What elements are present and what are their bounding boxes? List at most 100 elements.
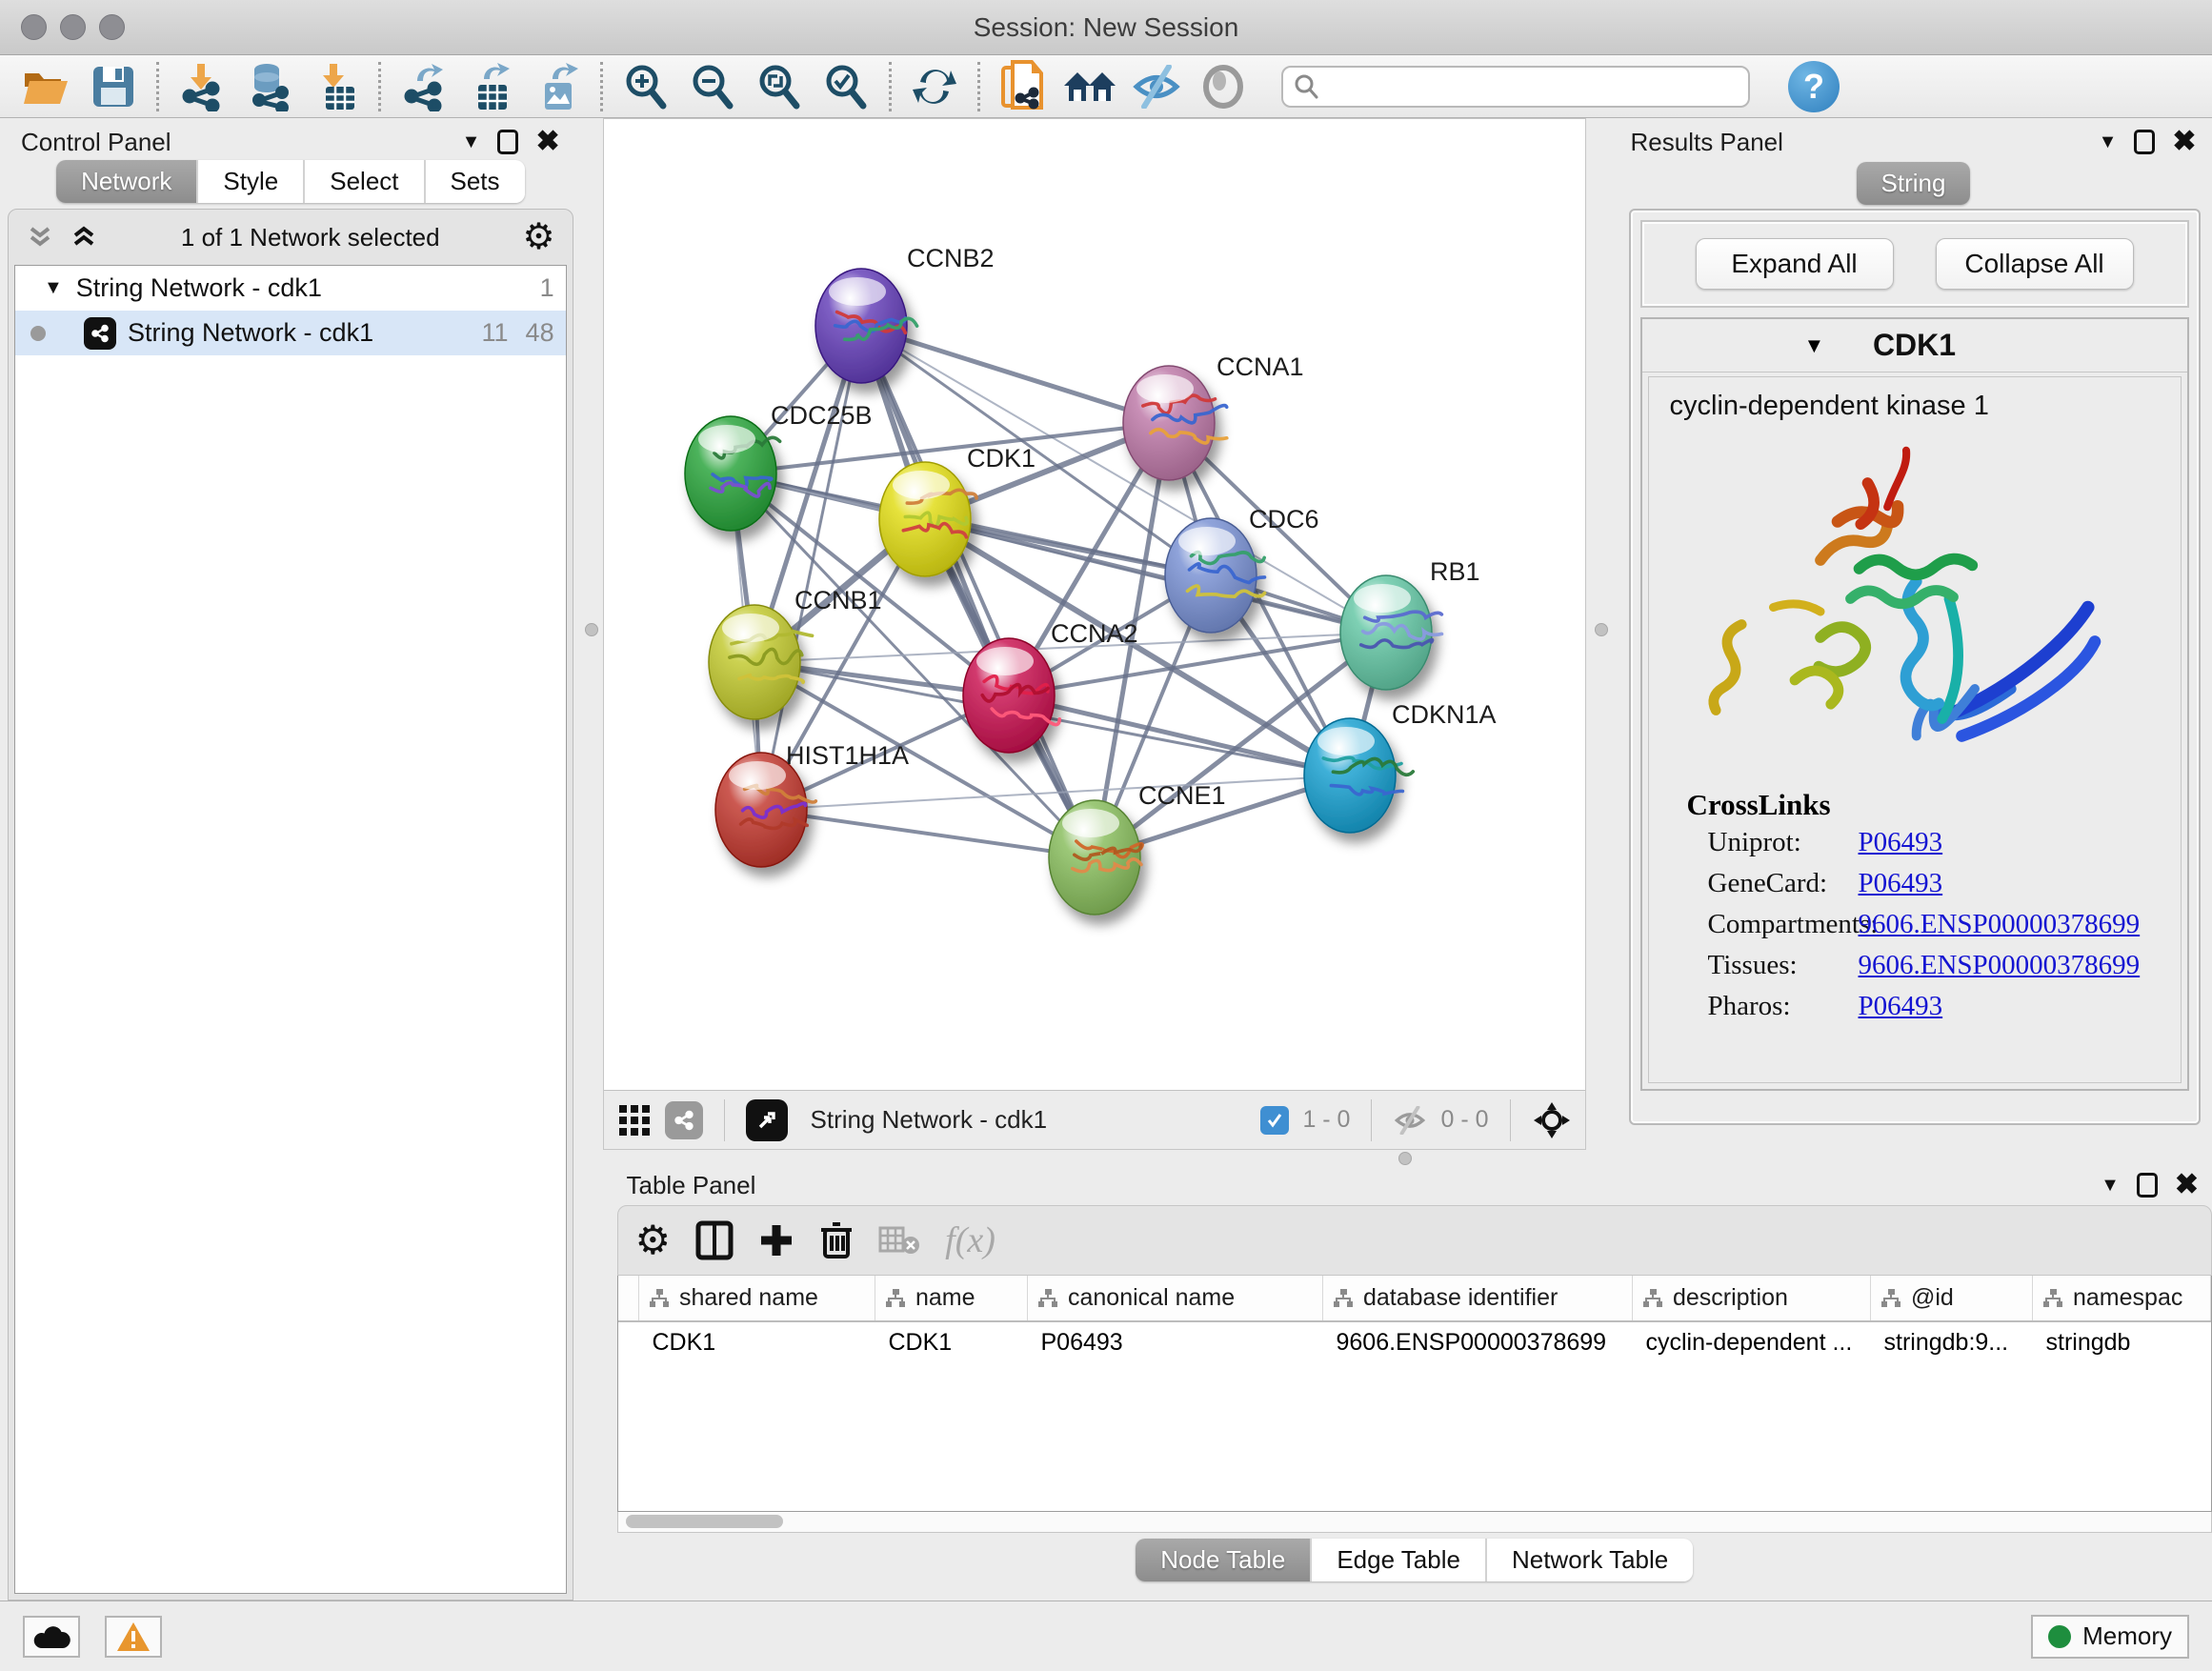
first-neighbors-button[interactable] [1056,59,1123,114]
close-panel-icon[interactable]: ✖ [2175,1171,2199,1199]
node-CDK1[interactable]: CDK1 [879,444,1036,576]
collapse-all-button[interactable]: Collapse All [1936,238,2134,290]
tab-sets[interactable]: Sets [426,160,525,203]
tab-node-table[interactable]: Node Table [1136,1539,1312,1581]
splitter-handle[interactable] [1398,1152,1412,1165]
bottom-splitter[interactable] [603,1150,2212,1167]
right-splitter[interactable] [1586,118,1618,1150]
float-panel-icon[interactable] [497,130,518,154]
crosslink-link[interactable]: 9606.ENSP00000378699 [1859,909,2141,940]
scrollbar-thumb[interactable] [626,1515,783,1528]
node-CCNB1[interactable]: CCNB1 [709,586,882,719]
collection-expand-icon[interactable]: ▼ [44,277,63,299]
column-header-database-identifier[interactable]: database identifier [1323,1276,1633,1321]
column-header-canonical-name[interactable]: canonical name [1028,1276,1323,1321]
help-button[interactable]: ? [1788,61,1840,112]
delete-table-icon[interactable] [878,1224,920,1257]
memory-button[interactable]: Memory [2031,1615,2189,1659]
network-options-gear-icon[interactable]: ⚙ [523,219,555,255]
edge-CCNB2-CCNE1[interactable] [861,326,1095,857]
network-row[interactable]: String Network - cdk1 11 48 [15,311,566,355]
zoom-fit-button[interactable] [746,59,813,114]
open-session-button[interactable] [13,59,80,114]
apply-layout-button[interactable] [901,59,968,114]
close-panel-icon[interactable]: ✖ [2172,128,2196,156]
column-header-description[interactable]: description [1633,1276,1871,1321]
edge-CCNB2-CCNA1[interactable] [861,326,1169,423]
crosslink-link[interactable]: P06493 [1859,868,1943,899]
node-CDKN1A[interactable]: CDKN1A [1304,700,1497,833]
string-document-button[interactable] [990,59,1056,114]
node-CCNA2[interactable]: CCNA2 [963,619,1138,753]
zoom-in-button[interactable] [613,59,679,114]
function-builder-icon[interactable]: f(x) [945,1219,995,1261]
crosslink-link[interactable]: P06493 [1859,827,1943,858]
column-header-name[interactable]: name [875,1276,1028,1321]
birds-eye-icon[interactable] [1532,1100,1572,1140]
save-session-button[interactable] [80,59,147,114]
column-header-shared-name[interactable]: shared name [639,1276,875,1321]
string-results: Expand All Collapse All ▼ CDK1 cyclin-de… [1629,209,2201,1125]
crosslink-link[interactable]: 9606.ENSP00000378699 [1859,950,2141,981]
tab-string[interactable]: String [1857,162,1971,205]
splitter-handle[interactable] [585,623,598,636]
splitter-handle[interactable] [1595,623,1608,636]
tab-network[interactable]: Network [56,160,198,203]
zoom-out-button[interactable] [679,59,746,114]
table-hscrollbar[interactable] [617,1512,2212,1533]
collapse-panel-icon[interactable]: ▼ [2101,1175,2120,1197]
cloud-status-button[interactable] [23,1616,80,1658]
node-CCNA1[interactable]: CCNA1 [1123,352,1304,480]
float-panel-icon[interactable] [2134,130,2155,154]
grid-view-icon[interactable] [617,1103,652,1137]
node-CCNB2[interactable]: CCNB2 [815,244,995,383]
show-columns-icon[interactable] [695,1219,734,1261]
tab-network-table[interactable]: Network Table [1487,1539,1693,1581]
node-HIST1H1A[interactable]: HIST1H1A [715,741,909,867]
warning-status-button[interactable] [105,1616,162,1658]
crosslink-link[interactable]: P06493 [1859,991,1943,1022]
node-RB1[interactable]: RB1 [1340,557,1480,690]
collapse-all-networks-icon[interactable] [70,223,98,252]
hidden-eye-slash-icon[interactable] [1393,1106,1427,1135]
delete-column-icon[interactable] [819,1220,854,1260]
node-CDC6[interactable]: CDC6 [1165,505,1319,633]
close-panel-icon[interactable]: ✖ [535,128,559,156]
search-input[interactable] [1327,73,1739,100]
left-splitter[interactable] [581,118,603,1601]
export-network-button[interactable] [391,59,457,114]
export-image-button[interactable] [524,59,591,114]
table-cell: P06493 [1028,1321,1323,1363]
tab-edge-table[interactable]: Edge Table [1312,1539,1487,1581]
tab-style[interactable]: Style [198,160,305,203]
network-canvas[interactable]: CCNB2CCNA1CDC25BCDK1CDC6RB1CCNB1CCNA2CDK… [604,119,1585,1090]
tab-select[interactable]: Select [305,160,425,203]
collapse-panel-icon[interactable]: ▼ [2099,131,2118,153]
import-network-file-button[interactable] [169,59,235,114]
zoom-fit-icon [754,62,804,111]
card-collapse-icon[interactable]: ▼ [1804,333,1825,358]
expand-all-networks-icon[interactable] [26,223,54,252]
detach-view-icon[interactable] [746,1099,788,1141]
selected-checkbox-icon[interactable] [1260,1106,1289,1135]
import-table-file-button[interactable] [302,59,369,114]
column-header-@id[interactable]: @id [1871,1276,2033,1321]
expand-all-button[interactable]: Expand All [1696,238,1894,290]
node-CCNE1[interactable]: CCNE1 [1049,781,1226,915]
column-header-namespac[interactable]: namespac [2033,1276,2211,1321]
cloud-icon [32,1623,70,1650]
edge-HIST1H1A-CCNE1[interactable] [761,810,1095,857]
table-options-gear-icon[interactable]: ⚙ [635,1220,672,1260]
network-collection-row[interactable]: ▼ String Network - cdk1 1 [15,266,566,311]
float-panel-icon[interactable] [2137,1173,2158,1198]
edge-CCNA2-CDKN1A[interactable] [1009,695,1350,775]
show-all-button[interactable] [1190,59,1257,114]
share-view-icon[interactable] [665,1101,703,1139]
hide-selected-button[interactable] [1123,59,1190,114]
add-column-icon[interactable] [758,1222,794,1258]
collapse-panel-icon[interactable]: ▼ [462,131,481,153]
zoom-selected-button[interactable] [813,59,879,114]
import-network-database-button[interactable] [235,59,302,114]
export-table-button[interactable] [457,59,524,114]
table-row[interactable]: CDK1CDK1P064939606.ENSP00000378699cyclin… [618,1321,2211,1363]
